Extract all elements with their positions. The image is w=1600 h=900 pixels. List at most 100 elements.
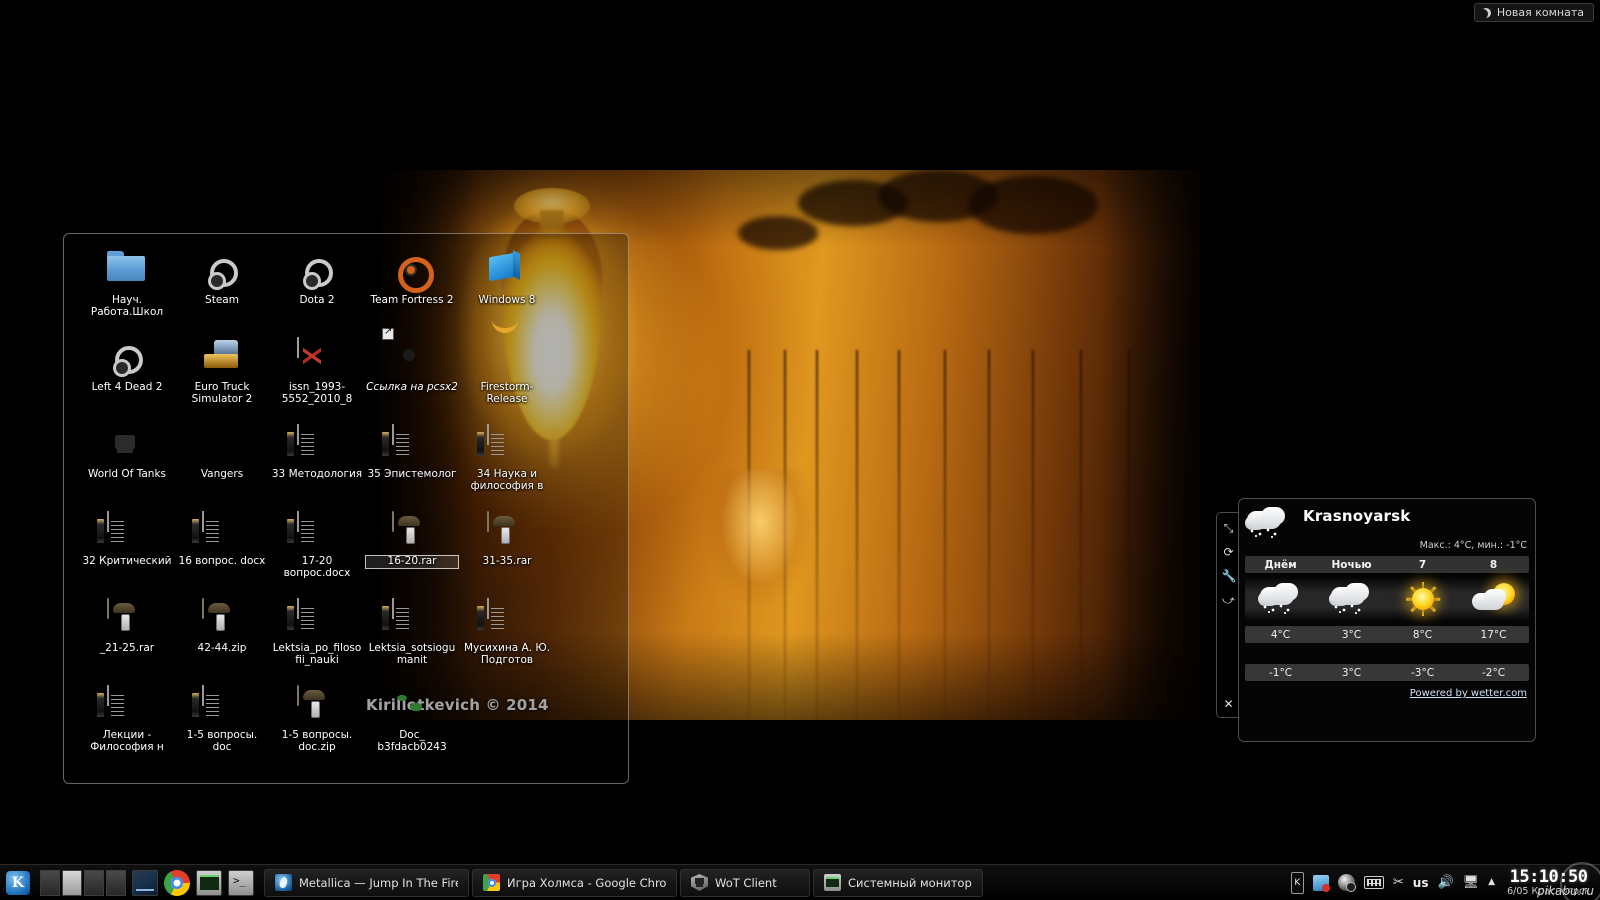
desktop-icon[interactable]: Lektsia_po_filosofii_nauki <box>270 595 364 682</box>
desktop-icon-label: issn_1993-5552_2010_8 <box>281 382 353 405</box>
widget-handle-toolbar[interactable]: ⤡ ⟳ 🔧 ⤻ ✕ <box>1216 512 1240 718</box>
desktop-icon-label: 17-20 вопрос.docx <box>283 556 351 579</box>
desktop-icon[interactable]: issn_1993-5552_2010_8 <box>270 334 364 421</box>
system-monitor-launcher[interactable] <box>196 869 222 896</box>
globe-icon <box>392 686 432 726</box>
weather-minmax: Макс.: 4°C, мин.: -1°C <box>1419 540 1527 551</box>
terminal-launcher[interactable] <box>228 869 254 896</box>
desktop-icon[interactable]: Лекции - Философия н <box>80 682 174 769</box>
desktop-icon[interactable]: Left 4 Dead 2 <box>80 334 174 421</box>
kmenu-button[interactable]: K <box>2 867 34 899</box>
weather-col-label: 7 <box>1418 558 1427 571</box>
desktop-icon-label: Windows 8 <box>478 295 536 306</box>
amarok-tray-icon[interactable] <box>1337 874 1356 892</box>
desktop-icon[interactable]: Firestorm-Release <box>460 334 554 421</box>
task-button[interactable]: Игра Холмса - Google Chrom <box>472 868 677 897</box>
desktop-icon[interactable]: 17-20 вопрос.docx <box>270 508 364 595</box>
steam-icon <box>202 251 242 291</box>
zip-icon <box>202 598 242 639</box>
desktop-icon[interactable]: 34 Наука и философия в <box>460 421 554 508</box>
desktop-icon[interactable]: Dota 2 <box>270 247 364 334</box>
desktop[interactable]: Kirillotkevich © 2014 Науч. Работа.Школ S… <box>0 0 1600 900</box>
desktop-1[interactable] <box>40 869 60 896</box>
taskbar[interactable]: K Metallica — Jump In The Fire Игра Холмс… <box>0 862 1600 900</box>
desktop-icon[interactable]: Doc_ b3fdacb0243 <box>365 682 459 769</box>
volume-icon[interactable]: 🔊 <box>1437 876 1453 889</box>
desktop-icon[interactable]: Vangers <box>175 421 269 508</box>
doc-icon <box>297 511 337 552</box>
refresh-icon[interactable]: ⟳ <box>1222 545 1236 559</box>
forecast-icon-sun <box>1387 582 1458 616</box>
desktop-icon-label: 35 Эпистемолог <box>367 469 457 480</box>
desktop-icon-label: Team Fortress 2 <box>370 295 454 306</box>
desktop-icon[interactable]: Steam <box>175 247 269 334</box>
chrome-launcher[interactable] <box>164 869 190 896</box>
gear-link-icon <box>382 326 432 378</box>
desktop-icon-label: Ссылка на pcsx2 <box>366 382 458 393</box>
doc-icon <box>487 424 527 465</box>
desktop-icon-label: Doc_ b3fdacb0243 <box>377 730 447 753</box>
keyboard-layout-indicator[interactable]: us <box>1413 876 1429 890</box>
desktop-icon[interactable]: 32 Критический <box>80 508 174 595</box>
desktop-4[interactable] <box>106 869 126 896</box>
task-label: WoT Client <box>715 875 777 890</box>
show-desktop-button[interactable] <box>132 869 158 896</box>
desktop-icon[interactable]: Ссылка на pcsx2 <box>365 326 459 421</box>
folder-view-widget[interactable]: Науч. Работа.Школ Steam Dota 2 Team Fortres… <box>63 233 629 784</box>
weather-forecast-icons <box>1245 577 1529 621</box>
software-updates-icon[interactable] <box>1312 874 1330 892</box>
desktop-icon[interactable]: 42-44.zip <box>175 595 269 682</box>
tray-expand-arrow-icon[interactable]: ▲ <box>1488 878 1495 887</box>
desktop-icon[interactable]: 1-5 вопросы. doc <box>175 682 269 769</box>
desktop-icon[interactable]: Team Fortress 2 <box>365 247 459 334</box>
desktop-icon[interactable]: 1-5 вопросы. doc.zip <box>270 682 364 769</box>
kmix-icon[interactable]: K <box>1290 871 1304 894</box>
desktop-icon[interactable]: _21-25.rar <box>80 595 174 682</box>
weather-col-label: 8 <box>1489 558 1498 571</box>
desktop-icon-label: 32 Критический <box>82 556 172 567</box>
weather-col-label: Ночью <box>1331 558 1372 571</box>
desktop-icon[interactable]: Науч. Работа.Школ <box>80 247 174 334</box>
desktop-icon[interactable]: Euro Truck Simulator 2 <box>175 334 269 421</box>
keyboard-icon[interactable] <box>1363 876 1384 889</box>
pdf-icon <box>297 337 337 378</box>
close-icon[interactable]: ✕ <box>1222 697 1236 711</box>
desktop-icon[interactable]: 16-20.rar <box>365 508 459 595</box>
desktop-icon[interactable]: Мусихина А. Ю. Подготов <box>460 595 554 682</box>
new-room-button[interactable]: Новая комната <box>1473 3 1594 22</box>
desktop-icon-label: 1-5 вопросы. doc <box>186 730 258 753</box>
display-icon[interactable]: 🖥 <box>1463 876 1480 889</box>
desktop-2[interactable] <box>62 869 82 896</box>
weather-powered-by-link[interactable]: Powered by wetter.com <box>1245 688 1529 699</box>
desktop-icon-label: Steam <box>205 295 239 306</box>
share-icon[interactable]: ⤻ <box>1222 593 1236 607</box>
desktop-icon[interactable]: 31-35.rar <box>460 508 554 595</box>
steam-icon <box>297 251 337 291</box>
doc-icon <box>297 424 337 465</box>
system-tray[interactable]: K ✂ us 🔊 🖥 ▲ <box>1290 865 1501 900</box>
desktop-icon[interactable]: Lektsia_sotsiogumanit <box>365 595 459 682</box>
desktop-pager[interactable] <box>40 869 126 896</box>
desktop-icon-label: Dota 2 <box>299 295 335 306</box>
desktop-icon-grid[interactable]: Науч. Работа.Школ Steam Dota 2 Team Fortres… <box>64 242 628 769</box>
tf2-icon <box>392 251 432 291</box>
desktop-icon[interactable]: World Of Tanks <box>80 421 174 508</box>
weather-widget[interactable]: ⤡ ⟳ 🔧 ⤻ ✕ Krasnoyarsk Макс.: 4°C, мин.: … <box>1216 498 1536 742</box>
desktop-icon[interactable]: 35 Эпистемолог <box>365 421 459 508</box>
weather-high: 3°C <box>1341 628 1362 641</box>
task-button[interactable]: WoT Client <box>680 868 810 897</box>
scissors-icon[interactable]: ✂ <box>1393 876 1404 889</box>
desktop-icon[interactable]: 16 вопрос. docx <box>175 508 269 595</box>
desktop-icon[interactable]: 33 Методология <box>270 421 364 508</box>
win8-icon <box>487 251 527 291</box>
task-list[interactable]: Metallica — Jump In The Fire Игра Холмса … <box>264 868 1291 897</box>
desktop-icon-label: Firestorm-Release <box>480 382 534 405</box>
task-button[interactable]: Metallica — Jump In The Fire <box>264 868 469 897</box>
resize-icon[interactable]: ⤡ <box>1222 521 1236 535</box>
desktop-icon-label: Мусихина А. Ю. Подготов <box>463 643 551 666</box>
task-button[interactable]: Системный монитор <box>813 868 983 897</box>
settings-icon[interactable]: 🔧 <box>1222 569 1237 583</box>
quick-launch-bar[interactable] <box>126 869 254 896</box>
desktop-3[interactable] <box>84 869 104 896</box>
desktop-icon-label: 31-35.rar <box>482 556 532 567</box>
